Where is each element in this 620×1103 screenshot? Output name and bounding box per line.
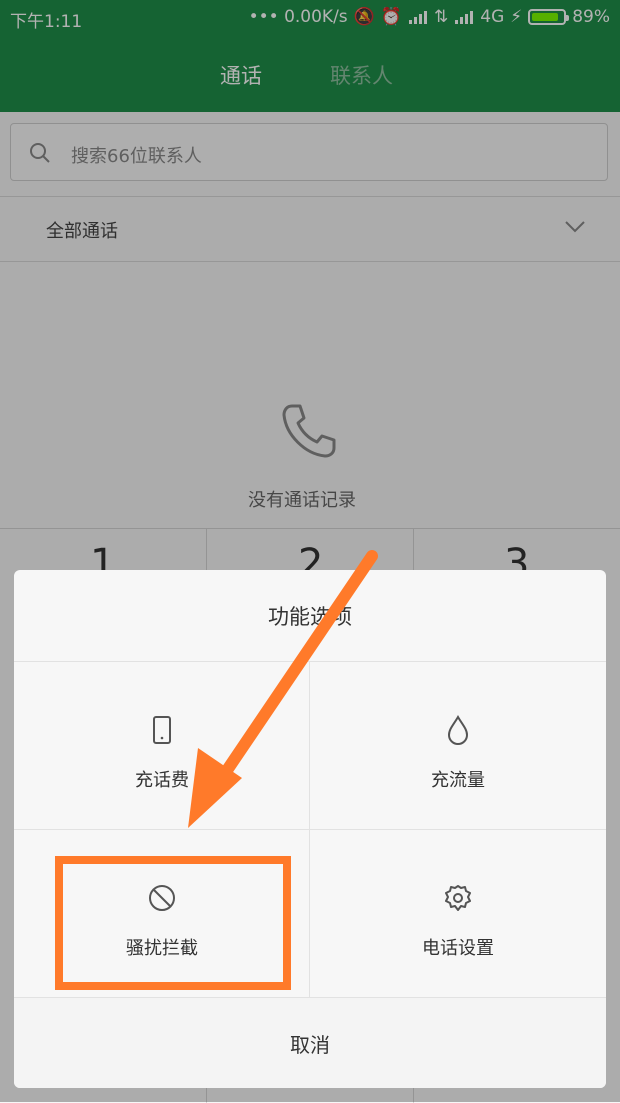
option-recharge-data[interactable]: 充流量 <box>310 662 606 830</box>
function-options-sheet: 功能选项 充话费 充流量 骚扰拦截 电话设置 取消 <box>14 570 606 1088</box>
option-phone-settings[interactable]: 电话设置 <box>310 830 606 998</box>
sheet-title: 功能选项 <box>14 570 606 662</box>
option-label: 充话费 <box>135 770 189 791</box>
phone-device-icon <box>153 716 171 744</box>
option-label: 充流量 <box>431 770 485 791</box>
highlight-box <box>55 856 291 990</box>
cancel-button[interactable]: 取消 <box>14 998 606 1088</box>
droplet-icon <box>447 714 469 745</box>
option-recharge-credit[interactable]: 充话费 <box>14 662 310 830</box>
option-label: 电话设置 <box>422 938 494 959</box>
gear-icon <box>445 885 471 911</box>
